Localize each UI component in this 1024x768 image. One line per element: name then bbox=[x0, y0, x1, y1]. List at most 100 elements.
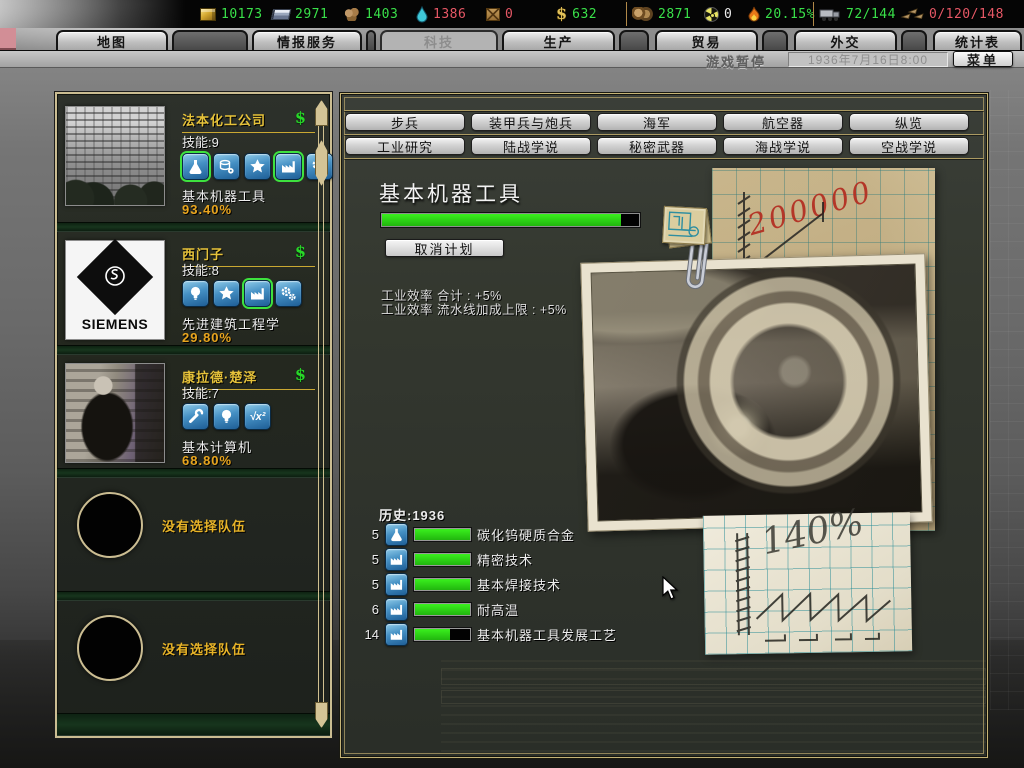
technology-panel: 200000 140% bbox=[340, 93, 988, 758]
mechanics-gears-icon bbox=[275, 280, 302, 307]
tab-spacer bbox=[762, 30, 788, 50]
category-infantry[interactable]: 步兵 bbox=[345, 113, 465, 131]
dissent-value: 20.15% bbox=[765, 7, 815, 22]
industry-icon bbox=[244, 280, 271, 307]
manpower-icon bbox=[632, 7, 653, 21]
cancel-research-button[interactable]: 取消计划 bbox=[385, 239, 504, 257]
tab-statistics[interactable]: 统计表 bbox=[933, 30, 1022, 50]
empty-team-circle bbox=[77, 615, 143, 681]
siemens-wordmark: SIEMENS bbox=[66, 316, 164, 332]
team-photo-siemens: SIEMENS bbox=[65, 240, 165, 340]
empty-team-circle bbox=[77, 492, 143, 558]
tech-photo bbox=[580, 253, 932, 532]
gold-divider bbox=[344, 110, 984, 111]
convoy-icon bbox=[900, 7, 924, 21]
component-name: 基本焊接技术 bbox=[477, 575, 561, 594]
mechanics-wrench-icon bbox=[182, 403, 209, 430]
transports-value: 72/144 bbox=[846, 7, 896, 22]
scroll-up-arrow[interactable] bbox=[315, 100, 328, 126]
dissent-icon bbox=[748, 6, 760, 23]
supplies-value: 0 bbox=[505, 7, 513, 22]
money-value: 632 bbox=[572, 7, 597, 22]
tech-photo-image bbox=[591, 264, 923, 522]
metal-icon bbox=[271, 9, 291, 20]
component-progress-bar bbox=[414, 528, 471, 541]
tab-map[interactable]: 地图 bbox=[56, 30, 168, 50]
scroll-down-arrow[interactable] bbox=[315, 702, 328, 728]
menu-button[interactable]: 菜单 bbox=[953, 51, 1013, 67]
category-air-doctrine[interactable]: 空战学说 bbox=[849, 137, 969, 155]
empty-team-label: 没有选择队伍 bbox=[162, 516, 246, 535]
category-secret-weapons[interactable]: 秘密武器 bbox=[597, 137, 717, 155]
rare-materials-value: 1403 bbox=[365, 7, 398, 22]
team-progress: 68.80% bbox=[182, 453, 232, 468]
component-name: 耐高温 bbox=[477, 600, 519, 619]
category-aircraft[interactable]: 航空器 bbox=[723, 113, 843, 131]
research-slot-1[interactable]: $ 法本化工公司 技能:9 基本机器工具 93.40% bbox=[57, 98, 316, 222]
component-name: 基本机器工具发展工艺 bbox=[477, 625, 617, 644]
team-specialties bbox=[182, 153, 333, 180]
slot-separator bbox=[57, 591, 330, 601]
category-armor-artillery[interactable]: 装甲兵与炮兵 bbox=[471, 113, 591, 131]
gold-divider bbox=[344, 158, 984, 159]
research-slot-3[interactable]: $ 康拉德·楚泽 技能:7 √x² 基本计算机 68.80% bbox=[57, 355, 316, 479]
energy-icon bbox=[200, 8, 216, 21]
game-screen: 10173 2971 1403 1386 0 $ 632 2871 0 bbox=[0, 0, 1024, 768]
team-specialties: √x² bbox=[182, 403, 271, 430]
progress-fill bbox=[382, 214, 621, 226]
scrollbar-track[interactable] bbox=[318, 126, 324, 706]
category-industry[interactable]: 工业研究 bbox=[345, 137, 465, 155]
blueprint-icon[interactable] bbox=[662, 206, 707, 245]
category-overview[interactable]: 纵览 bbox=[849, 113, 969, 131]
component-name: 碳化钨硬质合金 bbox=[477, 525, 575, 544]
tech-title: 基本机器工具 bbox=[379, 178, 523, 208]
resource-nuclear: 0 bbox=[704, 0, 732, 28]
tech-component-row: 6 耐高温 bbox=[347, 598, 519, 621]
scrollbar-thumb[interactable] bbox=[315, 140, 328, 186]
slot-separator bbox=[57, 222, 330, 232]
tab-spacer bbox=[619, 30, 649, 50]
research-slot-4-empty[interactable]: 没有选择队伍 bbox=[57, 478, 316, 591]
graph-paper-white: 140% bbox=[703, 512, 912, 655]
research-slot-5-empty[interactable]: 没有选择队伍 bbox=[57, 601, 316, 713]
component-difficulty: 5 bbox=[347, 577, 379, 592]
tab-intelligence[interactable]: 情报服务 bbox=[252, 30, 362, 50]
component-progress-bar bbox=[414, 628, 471, 641]
tech-component-row: 5 碳化钨硬质合金 bbox=[347, 523, 575, 546]
category-land-doctrine[interactable]: 陆战学说 bbox=[471, 137, 591, 155]
resource-convoys: 0/120/148 bbox=[900, 0, 1004, 28]
tab-production[interactable]: 生产 bbox=[502, 30, 615, 50]
siemens-monogram bbox=[101, 262, 129, 290]
industry-icon bbox=[385, 573, 408, 596]
team-progress: 29.80% bbox=[182, 330, 232, 345]
paused-label: 游戏暂停 bbox=[706, 52, 766, 71]
tab-diplomacy[interactable]: 外交 bbox=[794, 30, 897, 50]
resource-energy: 10173 bbox=[200, 0, 263, 28]
oil-icon bbox=[416, 6, 428, 23]
management-star-icon bbox=[244, 153, 271, 180]
resource-manpower: 2871 bbox=[632, 0, 691, 28]
supplies-icon bbox=[486, 8, 500, 21]
resource-oil: 1386 bbox=[416, 0, 466, 28]
electricity-bulb-icon bbox=[213, 403, 240, 430]
mouse-cursor bbox=[662, 576, 679, 601]
team-list-scrollbar bbox=[315, 98, 328, 732]
resource-metal: 2971 bbox=[272, 0, 328, 28]
component-difficulty: 14 bbox=[347, 627, 379, 642]
industry-icon bbox=[275, 153, 302, 180]
tab-spacer bbox=[172, 30, 248, 50]
category-navy[interactable]: 海军 bbox=[597, 113, 717, 131]
tech-component-row: 14 基本机器工具发展工艺 bbox=[347, 623, 617, 646]
tech-effect-line: 工业效率 流水线加成上限 : +5% bbox=[381, 299, 567, 318]
team-specialties bbox=[182, 280, 302, 307]
progress-fill bbox=[415, 604, 470, 615]
tab-technology[interactable]: 科技 bbox=[380, 30, 498, 51]
category-naval-doctrine[interactable]: 海战学说 bbox=[723, 137, 843, 155]
background-graph-paper bbox=[990, 90, 1024, 710]
gold-divider bbox=[344, 134, 984, 135]
progress-fill bbox=[415, 579, 470, 590]
research-teams-panel: $ 法本化工公司 技能:9 基本机器工具 93.40% SIEMENS $ 西门… bbox=[55, 92, 332, 738]
research-slot-2[interactable]: SIEMENS $ 西门子 技能:8 先进建筑工程学 29.80% bbox=[57, 232, 316, 356]
manpower-value: 2871 bbox=[658, 7, 691, 22]
tab-trade[interactable]: 贸易 bbox=[655, 30, 758, 50]
